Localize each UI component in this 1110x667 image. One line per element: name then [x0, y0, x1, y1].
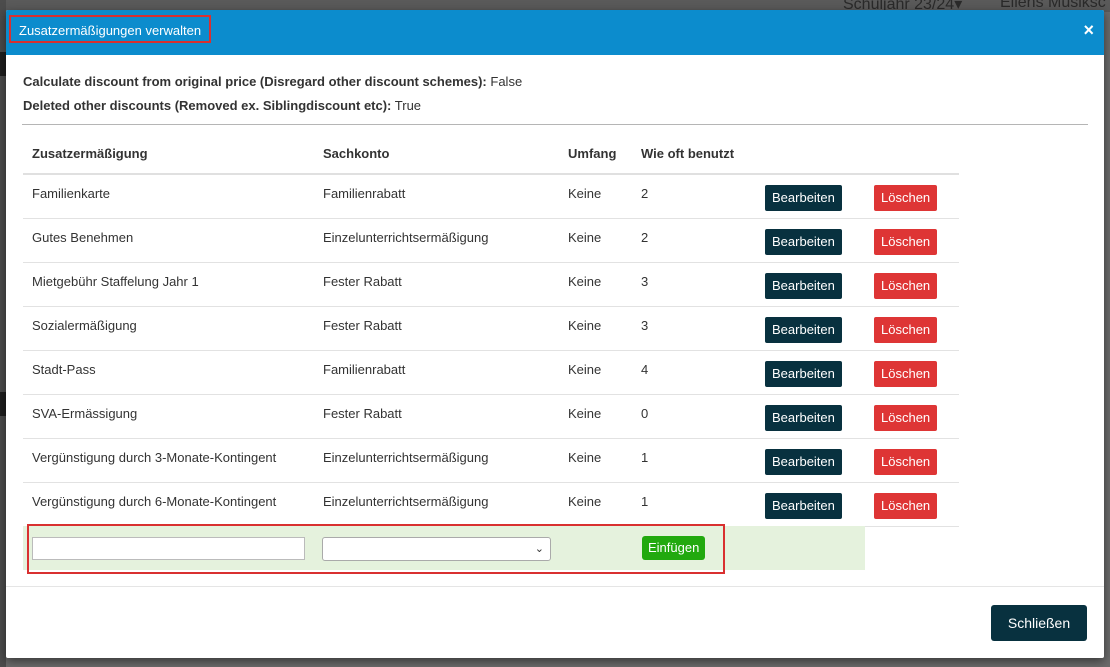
cell-scope: Keine — [568, 450, 602, 465]
cell-account: Familienrabatt — [323, 186, 406, 201]
table-row: Mietgebühr Staffelung Jahr 1 Fester Raba… — [23, 263, 959, 307]
cell-scope: Keine — [568, 274, 602, 289]
divider — [22, 124, 1088, 125]
delete-button[interactable]: Löschen — [874, 185, 938, 211]
edit-button[interactable]: Bearbeiten — [765, 449, 842, 475]
modal-header: Zusatzermäßigungen verwalten × — [6, 10, 1104, 55]
table-row: Stadt-Pass Familienrabatt Keine 4 Bearbe… — [23, 351, 959, 395]
delete-button[interactable]: Löschen — [874, 273, 938, 299]
info-deleted-discounts: Deleted other discounts (Removed ex. Sib… — [23, 98, 421, 113]
cell-account: Einzelunterrichtsermäßigung — [323, 494, 489, 509]
cell-scope: Keine — [568, 318, 602, 333]
delete-button[interactable]: Löschen — [874, 229, 938, 255]
info-value: False — [490, 74, 523, 89]
table-row: Vergünstigung durch 6-Monate-Kontingent … — [23, 483, 959, 527]
cell-account: Familienrabatt — [323, 362, 406, 377]
delete-button[interactable]: Löschen — [874, 449, 938, 475]
edit-button[interactable]: Bearbeiten — [765, 185, 842, 211]
cell-usage-count: 3 — [641, 318, 649, 333]
cell-discount: Sozialermäßigung — [32, 318, 137, 333]
table-row: Familienkarte Familienrabatt Keine 2 Bea… — [23, 175, 959, 219]
header-account: Sachkonto — [323, 146, 390, 161]
delete-button[interactable]: Löschen — [874, 405, 938, 431]
discount-modal: Zusatzermäßigungen verwalten × Calculate… — [6, 10, 1104, 658]
cell-usage-count: 1 — [641, 494, 649, 509]
info-original-price: Calculate discount from original price (… — [23, 74, 522, 89]
close-icon[interactable]: × — [1083, 20, 1094, 40]
cell-account: Fester Rabatt — [323, 318, 402, 333]
header-scope: Umfang — [568, 146, 617, 161]
info-label: Deleted other discounts (Removed ex. Sib… — [23, 98, 392, 113]
edit-button[interactable]: Bearbeiten — [765, 229, 842, 255]
delete-button[interactable]: Löschen — [874, 317, 938, 343]
table-row: Gutes Benehmen Einzelunterrichtsermäßigu… — [23, 219, 959, 263]
table-header: Zusatzermäßigung Sachkonto Umfang Wie of… — [23, 136, 959, 175]
cell-discount: Gutes Benehmen — [32, 230, 134, 245]
cell-scope: Keine — [568, 230, 602, 245]
cell-scope: Keine — [568, 494, 602, 509]
cell-usage-count: 4 — [641, 362, 649, 377]
header-discount: Zusatzermäßigung — [32, 146, 148, 161]
footer-divider — [6, 586, 1104, 587]
insert-button[interactable]: Einfügen — [642, 536, 706, 560]
delete-button[interactable]: Löschen — [874, 493, 938, 519]
edit-button[interactable]: Bearbeiten — [765, 493, 842, 519]
modal-title: Zusatzermäßigungen verwalten — [9, 15, 212, 43]
info-label: Calculate discount from original price (… — [23, 74, 487, 89]
chevron-down-icon: ⌄ — [534, 543, 544, 555]
delete-button[interactable]: Löschen — [874, 361, 938, 387]
cell-usage-count: 3 — [641, 274, 649, 289]
cell-discount: SVA-Ermässigung — [32, 406, 138, 421]
new-discount-name-input[interactable] — [32, 537, 305, 560]
cell-usage-count: 0 — [641, 406, 649, 421]
insert-row: ⌄ Einfügen — [23, 526, 865, 570]
cell-scope: Keine — [568, 406, 602, 421]
header-usage-count: Wie oft benutzt — [641, 146, 735, 161]
cell-discount: Familienkarte — [32, 186, 111, 201]
cell-usage-count: 2 — [641, 230, 649, 245]
table-row: Vergünstigung durch 3-Monate-Kontingent … — [23, 439, 959, 483]
cell-scope: Keine — [568, 362, 602, 377]
cell-usage-count: 1 — [641, 450, 649, 465]
edit-button[interactable]: Bearbeiten — [765, 361, 842, 387]
new-discount-account-select[interactable]: ⌄ — [322, 537, 551, 561]
cell-account: Einzelunterrichtsermäßigung — [323, 450, 489, 465]
close-button[interactable]: Schließen — [991, 605, 1087, 641]
cell-account: Fester Rabatt — [323, 274, 402, 289]
cell-scope: Keine — [568, 186, 602, 201]
edit-button[interactable]: Bearbeiten — [765, 317, 842, 343]
edit-button[interactable]: Bearbeiten — [765, 273, 842, 299]
cell-discount: Mietgebühr Staffelung Jahr 1 — [32, 274, 199, 289]
table-row: Sozialermäßigung Fester Rabatt Keine 3 B… — [23, 307, 959, 351]
discount-table: Zusatzermäßigung Sachkonto Umfang Wie of… — [23, 136, 959, 527]
cell-discount: Stadt-Pass — [32, 362, 96, 377]
edit-button[interactable]: Bearbeiten — [765, 405, 842, 431]
cell-account: Fester Rabatt — [323, 406, 402, 421]
cell-discount: Vergünstigung durch 6-Monate-Kontingent — [32, 494, 277, 509]
cell-usage-count: 2 — [641, 186, 649, 201]
info-value: True — [394, 98, 422, 113]
table-row: SVA-Ermässigung Fester Rabatt Keine 0 Be… — [23, 395, 959, 439]
cell-discount: Vergünstigung durch 3-Monate-Kontingent — [32, 450, 277, 465]
cell-account: Einzelunterrichtsermäßigung — [323, 230, 489, 245]
